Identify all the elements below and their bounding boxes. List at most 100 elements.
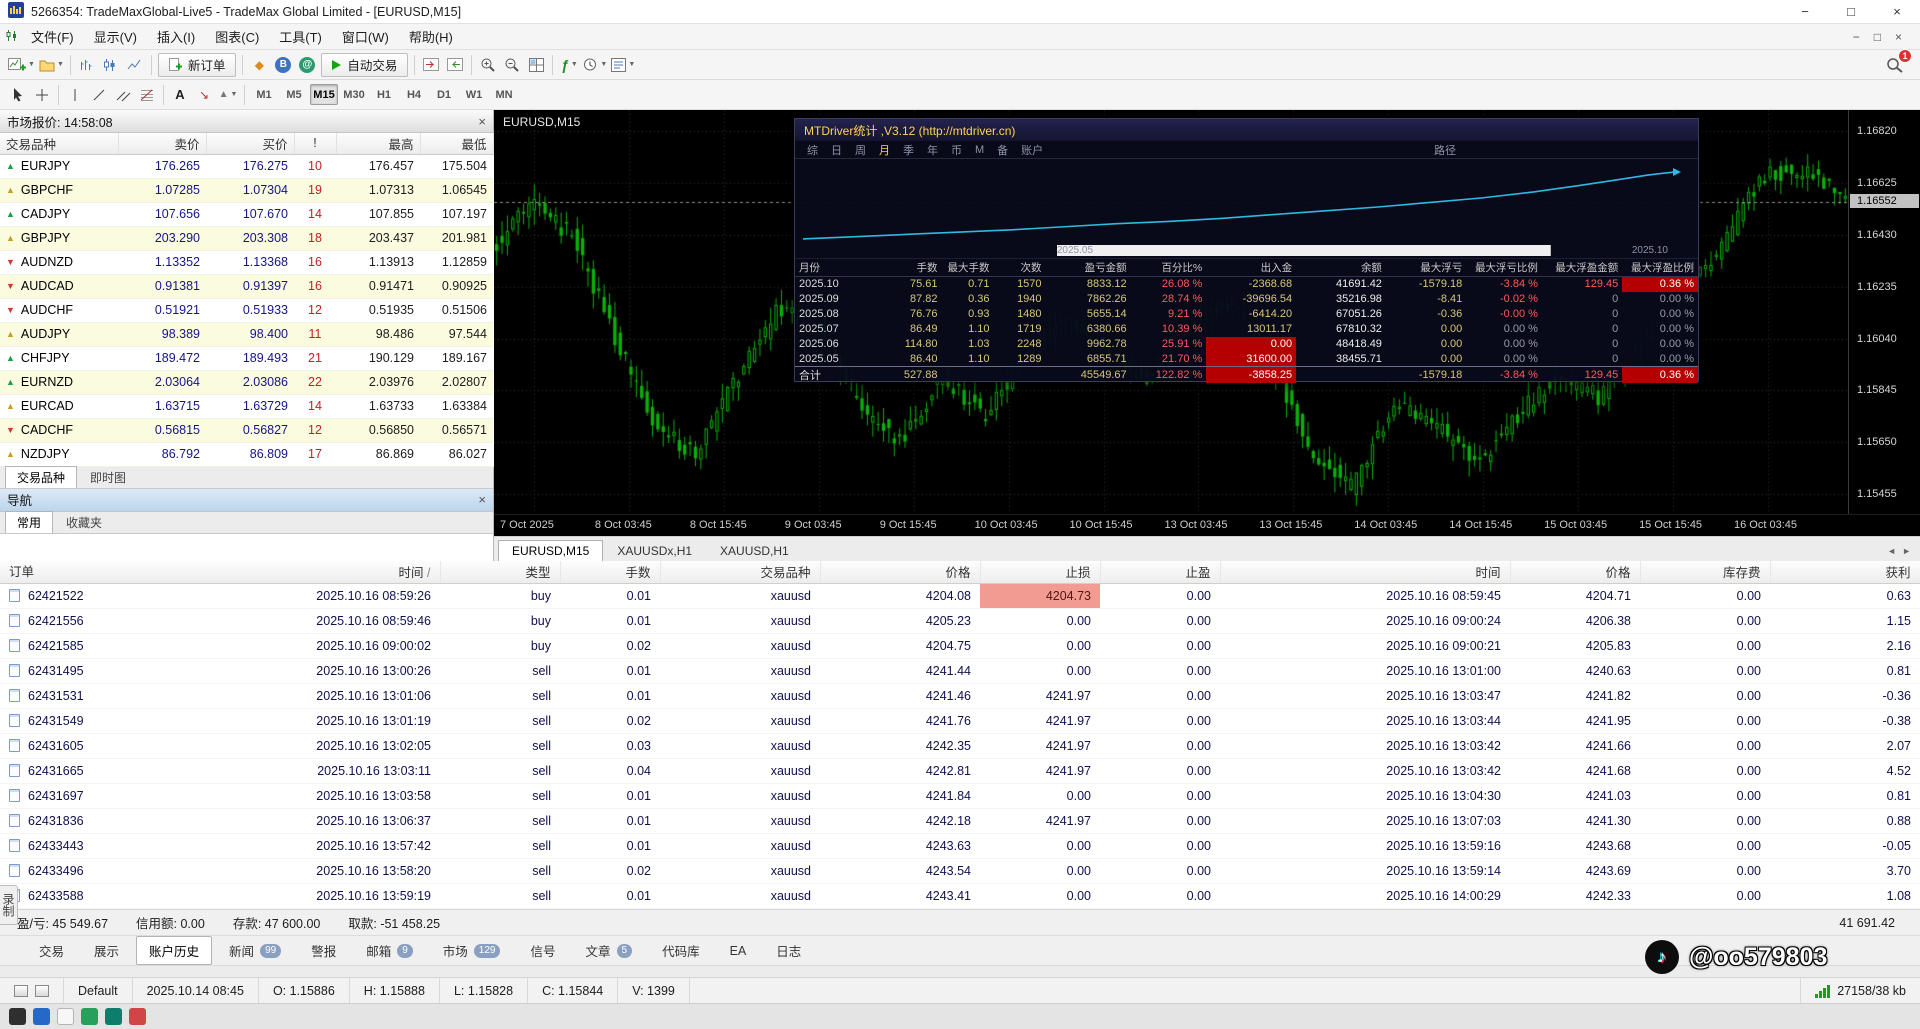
timeframe-m1[interactable]: M1 [250, 84, 278, 105]
close-button[interactable]: × [1874, 0, 1920, 23]
cursor-tool-button[interactable] [6, 83, 30, 107]
mtdriver-tab[interactable]: 月 [879, 142, 890, 158]
auto-scroll-button[interactable] [443, 53, 467, 77]
close-icon[interactable]: × [478, 114, 486, 129]
shapes-tool-button[interactable]: ▲ ▼ [216, 83, 240, 107]
timeframe-mn[interactable]: MN [490, 84, 518, 105]
menu-item[interactable]: 图表(C) [205, 27, 269, 48]
scroll-right-icon[interactable]: ► [1902, 546, 1911, 556]
scroll-left-icon[interactable]: ◄ [1887, 546, 1896, 556]
notification-badge[interactable]: 1 [1898, 48, 1912, 63]
orders-column-header[interactable]: 时间 [1220, 560, 1511, 584]
menu-item[interactable]: 插入(I) [147, 27, 205, 48]
mtdriver-tab[interactable]: 季 [903, 142, 914, 158]
market-watch-row-nzdjpy[interactable]: ▲ NZDJPY 86.792 86.809 17 86.869 86.027 [0, 442, 493, 467]
close-icon[interactable]: × [478, 492, 486, 507]
market-watch-row-audnzd[interactable]: ▼ AUDNZD 1.13352 1.13368 16 1.13913 1.12859 [0, 250, 493, 275]
chart-tab[interactable]: XAUUSDx,H1 [603, 540, 706, 561]
timeframe-h4[interactable]: H4 [400, 84, 428, 105]
terminal-tab-交易[interactable]: 交易 [26, 936, 77, 965]
recorder-dock-tab[interactable]: 录制 [0, 885, 18, 925]
tile-windows-button[interactable] [524, 53, 548, 77]
channel-tool-button[interactable] [111, 83, 135, 107]
terminal-tab-警报[interactable]: 警报 [298, 936, 349, 965]
order-row-62433496[interactable]: 62433496 2025.10.16 13:58:20 sell 0.02 xauus… [0, 858, 1920, 884]
bar-chart-type-button[interactable] [75, 53, 99, 77]
line-chart-type-button[interactable] [123, 53, 147, 77]
trendline-tool-button[interactable] [87, 83, 111, 107]
market-watch-row-eurcad[interactable]: ▲ EURCAD 1.63715 1.63729 14 1.63733 1.63384 [0, 394, 493, 419]
terminal-tab-新闻[interactable]: 新闻 99 [216, 936, 294, 965]
mql5-community-icon[interactable]: ◆ [247, 53, 271, 77]
terminal-tab-信号[interactable]: 信号 [517, 936, 568, 965]
taskbar-icon[interactable] [33, 1008, 50, 1025]
timeframe-h1[interactable]: H1 [370, 84, 398, 105]
mtdriver-tab[interactable]: 周 [855, 142, 866, 158]
navigator-tab[interactable]: 收藏夹 [54, 511, 114, 533]
order-row-62431605[interactable]: 62431605 2025.10.16 13:02:05 sell 0.03 xauus… [0, 733, 1920, 759]
market-watch-column-header[interactable]: 卖价 [118, 133, 207, 155]
orders-column-header[interactable]: 止盈 [1100, 560, 1221, 584]
mtdriver-title-bar[interactable]: MTDriver统计 ,V3.12 (http://mtdriver.cn) [795, 119, 1698, 141]
text-tool-button[interactable]: A [168, 83, 192, 107]
chart-shift-button[interactable] [419, 53, 443, 77]
mdi-restore-button[interactable]: □ [1874, 30, 1881, 44]
zoom-out-button[interactable] [500, 53, 524, 77]
orders-column-header[interactable]: 交易品种 [660, 560, 821, 584]
periods-button[interactable]: ▼ [581, 53, 609, 77]
chart-area[interactable]: EURUSD,M15 1.16820 1.16625 1.16430 1.16235 1… [494, 110, 1920, 514]
b-market-icon[interactable]: B [271, 53, 295, 77]
maximize-button[interactable]: □ [1828, 0, 1874, 23]
terminal-tab-邮箱[interactable]: 邮箱 9 [353, 936, 426, 965]
market-watch-row-cadchf[interactable]: ▼ CADCHF 0.56815 0.56827 12 0.56850 0.56571 [0, 418, 493, 443]
market-watch-row-gbpjpy[interactable]: ▲ GBPJPY 203.290 203.308 18 203.437 201.981 [0, 226, 493, 251]
data-window-icon[interactable] [35, 984, 49, 997]
order-row-62431697[interactable]: 62431697 2025.10.16 13:03:58 sell 0.01 xauus… [0, 783, 1920, 809]
order-row-62431836[interactable]: 62431836 2025.10.16 13:06:37 sell 0.01 xauus… [0, 808, 1920, 834]
menu-item[interactable]: 帮助(H) [399, 27, 463, 48]
chart-tab[interactable]: EURUSD,M15 [498, 539, 604, 561]
order-row-62421585[interactable]: 62421585 2025.10.16 09:00:02 buy 0.02 xauusd… [0, 633, 1920, 659]
menu-item[interactable]: 工具(T) [269, 27, 332, 48]
market-watch-tab[interactable]: 交易品种 [5, 465, 78, 488]
candlestick-type-button[interactable] [99, 53, 123, 77]
market-watch-row-eurnzd[interactable]: ▲ EURNZD 2.03064 2.03086 22 2.03976 2.02807 [0, 370, 493, 395]
taskbar-icon[interactable] [9, 1008, 26, 1025]
market-watch-row-audcad[interactable]: ▼ AUDCAD 0.91381 0.91397 16 0.91471 0.90925 [0, 274, 493, 299]
terminal-tab-日志[interactable]: 日志 [763, 936, 814, 965]
market-watch-row-audchf[interactable]: ▼ AUDCHF 0.51921 0.51933 12 0.51935 0.51506 [0, 298, 493, 323]
market-watch-row-cadjpy[interactable]: ▲ CADJPY 107.656 107.670 14 107.855 107.197 [0, 202, 493, 227]
taskbar-icon[interactable] [57, 1008, 74, 1025]
crosshair-tool-button[interactable] [30, 83, 54, 107]
mtdriver-path-label[interactable]: 路径 [1434, 142, 1456, 158]
chart-tab[interactable]: XAUUSD,H1 [706, 540, 803, 561]
market-watch-row-gbpchf[interactable]: ▲ GBPCHF 1.07285 1.07304 19 1.07313 1.06545 [0, 178, 493, 203]
orders-column-header[interactable]: 库存费 [1640, 560, 1771, 584]
orders-column-header[interactable]: 手数 [560, 560, 661, 584]
order-row-62431531[interactable]: 62431531 2025.10.16 13:01:06 sell 0.01 xauus… [0, 683, 1920, 709]
terminal-tab-文章[interactable]: 文章 5 [573, 936, 646, 965]
auto-trading-button[interactable]: 自动交易 [321, 52, 409, 77]
market-watch-row-eurjpy[interactable]: ▲ EURJPY 176.265 176.275 10 176.457 175.504 [0, 154, 493, 179]
metaeditor-icon[interactable]: @ [295, 53, 319, 77]
orders-column-header[interactable]: 价格 [820, 560, 981, 584]
order-row-62433588[interactable]: 62433588 2025.10.16 13:59:19 sell 0.01 xauus… [0, 883, 1920, 909]
window-layout-icon[interactable] [14, 984, 28, 997]
market-watch-column-header[interactable]: ! [294, 133, 337, 155]
market-watch-tab[interactable]: 即时图 [78, 466, 138, 488]
new-order-button[interactable]: 新订单 [157, 52, 237, 77]
order-row-62421522[interactable]: 62421522 2025.10.16 08:59:26 buy 0.01 xauusd… [0, 583, 1920, 609]
minimize-button[interactable]: − [1782, 0, 1828, 23]
mtdriver-tab[interactable]: 日 [831, 142, 842, 158]
order-row-62433443[interactable]: 62433443 2025.10.16 13:57:42 sell 0.01 xauus… [0, 833, 1920, 859]
taskbar-icon[interactable] [129, 1008, 146, 1025]
mtdriver-tab[interactable]: 账户 [1021, 142, 1043, 158]
timeframe-d1[interactable]: D1 [430, 84, 458, 105]
indicators-button[interactable]: ƒ ▼ [557, 53, 581, 77]
market-watch-column-header[interactable]: 最高 [336, 133, 421, 155]
profile-selector[interactable]: Default [64, 978, 133, 1003]
terminal-tab-展示[interactable]: 展示 [81, 936, 132, 965]
market-watch-column-header[interactable]: 交易品种 [0, 133, 119, 155]
order-row-62431495[interactable]: 62431495 2025.10.16 13:00:26 sell 0.01 xauus… [0, 658, 1920, 684]
menu-item[interactable]: 文件(F) [21, 27, 84, 48]
